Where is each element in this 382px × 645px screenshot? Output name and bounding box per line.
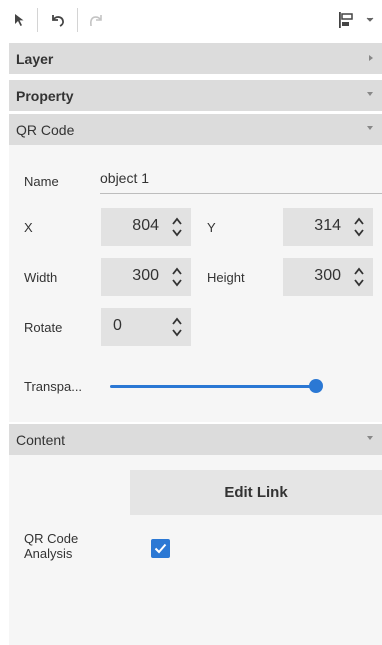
toolbar <box>0 0 382 41</box>
stepper-arrows-icon[interactable] <box>170 216 184 238</box>
name-label: Name <box>24 174 59 189</box>
section-layer[interactable]: Layer <box>9 43 382 74</box>
align-dropdown-button[interactable] <box>361 6 379 34</box>
redo-button[interactable] <box>83 6 109 34</box>
transparency-label: Transpa... <box>24 379 83 394</box>
divider <box>9 111 382 113</box>
rotate-stepper[interactable]: 0 <box>101 308 191 346</box>
section-property-label: Property <box>16 87 74 104</box>
section-qr-code-label: QR Code <box>16 121 75 138</box>
checkmark-icon <box>154 543 167 554</box>
width-stepper[interactable]: 300 <box>101 258 191 296</box>
divider <box>9 74 382 76</box>
stepper-arrows-icon[interactable] <box>170 266 184 288</box>
qr-analysis-label: QR Code Analysis <box>24 531 78 561</box>
width-label: Width <box>24 270 58 285</box>
stepper-arrows-icon[interactable] <box>352 266 366 288</box>
toolbar-separator <box>37 8 38 32</box>
stepper-arrows-icon[interactable] <box>170 316 184 338</box>
qr-analysis-label-line1: QR Code <box>24 531 79 546</box>
y-label: Y <box>207 220 216 235</box>
toolbar-separator <box>77 8 78 32</box>
transparency-slider-track[interactable] <box>110 385 316 388</box>
caret-right-icon <box>369 55 373 61</box>
stepper-arrows-icon[interactable] <box>352 216 366 238</box>
edit-link-label: Edit Link <box>224 484 288 501</box>
transparency-slider-thumb[interactable] <box>309 379 323 393</box>
width-value: 300 <box>132 267 159 284</box>
x-value: 804 <box>132 217 159 234</box>
qr-analysis-label-line2: Analysis <box>24 546 73 561</box>
chevron-down-icon <box>366 17 374 22</box>
redo-icon <box>89 15 102 27</box>
section-content[interactable]: Content <box>9 424 382 455</box>
align-button[interactable] <box>334 6 358 34</box>
undo-icon <box>52 15 64 27</box>
qr-analysis-checkbox[interactable] <box>151 539 170 558</box>
caret-down-icon <box>367 92 373 96</box>
section-property[interactable]: Property <box>9 80 382 111</box>
select-tool-button[interactable] <box>7 6 33 34</box>
x-stepper[interactable]: 804 <box>101 208 191 246</box>
section-content-label: Content <box>16 431 66 448</box>
height-value: 300 <box>314 267 341 284</box>
name-input[interactable]: object 1 <box>100 170 149 186</box>
rotate-value: 0 <box>113 317 122 334</box>
caret-down-icon <box>367 126 373 130</box>
x-label: X <box>24 220 33 235</box>
cursor-arrow-icon <box>15 14 24 26</box>
align-left-icon <box>339 12 353 28</box>
height-label: Height <box>207 270 245 285</box>
undo-button[interactable] <box>45 6 71 34</box>
y-value: 314 <box>314 217 341 234</box>
caret-down-icon <box>367 436 373 440</box>
y-stepper[interactable]: 314 <box>283 208 373 246</box>
height-stepper[interactable]: 300 <box>283 258 373 296</box>
name-input-underline <box>100 193 382 194</box>
edit-link-button[interactable]: Edit Link <box>130 470 382 515</box>
rotate-label: Rotate <box>24 320 63 335</box>
section-layer-label: Layer <box>16 50 54 67</box>
section-qr-code[interactable]: QR Code <box>9 114 382 145</box>
